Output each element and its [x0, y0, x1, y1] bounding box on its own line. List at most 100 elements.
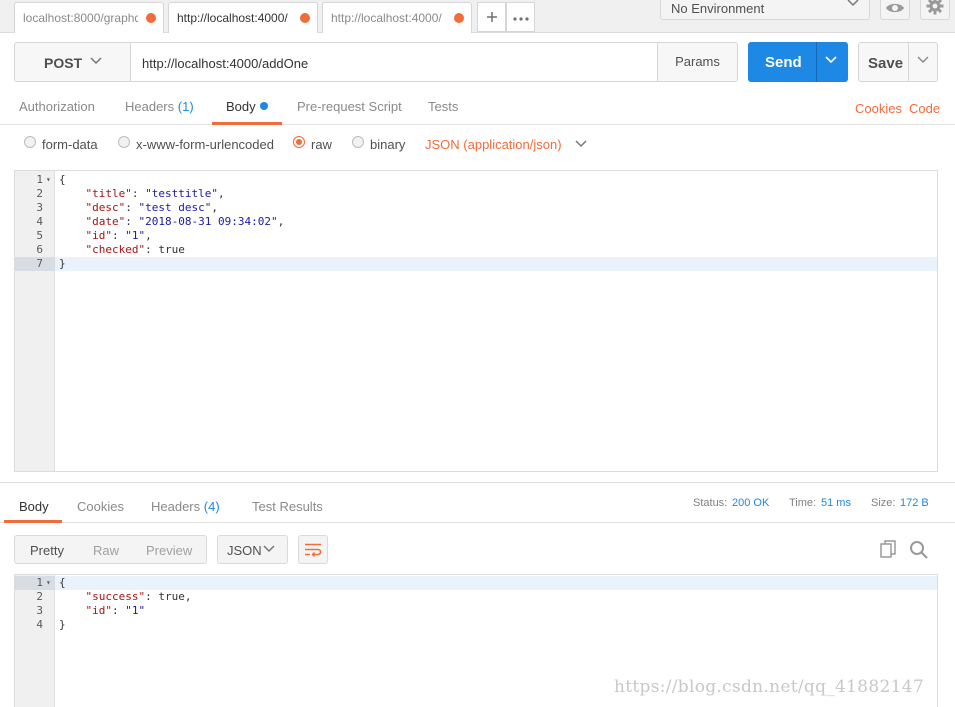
code-text: "desc": "test desc",: [85, 201, 218, 214]
params-button[interactable]: Params: [657, 42, 738, 82]
view-raw-button[interactable]: Raw: [93, 543, 119, 558]
code-line: 1 ▾ {: [15, 173, 937, 187]
unsaved-dot-icon: [454, 13, 464, 23]
more-tabs-button[interactable]: [506, 2, 535, 32]
line-number: 1: [36, 173, 43, 186]
response-tab-test-results[interactable]: Test Results: [252, 499, 323, 514]
cookies-link[interactable]: Cookies: [855, 101, 902, 116]
json-value: "2018-08-31 09:34:02": [138, 215, 278, 228]
radio-raw-label[interactable]: raw: [311, 137, 332, 152]
response-tab-cookies[interactable]: Cookies: [77, 499, 124, 514]
eye-icon: [886, 3, 904, 13]
radio-form-data-label[interactable]: form-data: [42, 137, 98, 152]
body-type-selector: form-data x-www-form-urlencoded raw bina…: [0, 132, 955, 158]
raw-content-type-select[interactable]: JSON (application/json): [425, 137, 587, 152]
radio-urlencoded[interactable]: [118, 136, 130, 148]
response-view-mode-group: Pretty Raw Preview: [14, 535, 207, 564]
wrap-lines-icon: [305, 543, 322, 557]
code-line: 4 }: [15, 618, 937, 632]
fold-arrow-icon[interactable]: ▾: [46, 173, 51, 187]
send-button[interactable]: Send: [748, 42, 848, 82]
json-key: "id": [85, 229, 113, 242]
gear-icon: [926, 0, 944, 15]
chevron-down-icon[interactable]: [825, 56, 837, 64]
json-value: true: [158, 590, 185, 603]
request-config-tabs: Authorization Headers (1) Body Pre-reque…: [0, 88, 955, 125]
tab-pre-request-script[interactable]: Pre-request Script: [297, 99, 402, 114]
url-input[interactable]: http://localhost:4000/addOne: [130, 42, 658, 82]
copy-icon[interactable]: [880, 540, 898, 558]
environment-quick-look-button[interactable]: [880, 0, 910, 20]
json-separator: ,: [217, 187, 225, 200]
line-number: 5: [36, 229, 43, 242]
search-icon[interactable]: [909, 540, 929, 560]
open-brace: {: [59, 173, 66, 186]
request-tab-1[interactable]: localhost:8000/graphq: [14, 2, 164, 33]
active-tab-underline: [212, 122, 282, 125]
raw-content-type-label: JSON (application/json): [425, 137, 562, 152]
status-label: Status:: [693, 497, 728, 509]
request-tab-bar: localhost:8000/graphq http://localhost:4…: [0, 0, 955, 33]
code-text: "date": "2018-08-31 09:34:02",: [85, 215, 285, 228]
line-number: 2: [36, 187, 43, 200]
method-select[interactable]: POST: [14, 42, 131, 82]
response-tab-headers-count: (4): [203, 499, 220, 514]
response-format-select[interactable]: JSON: [217, 535, 288, 564]
close-brace: }: [59, 257, 66, 270]
tab-headers-label: Headers: [125, 99, 175, 114]
json-value: "test desc": [138, 201, 212, 214]
request-tab-3[interactable]: http://localhost:4000/: [322, 2, 472, 33]
request-tab-label: http://localhost:4000/: [177, 11, 288, 25]
tab-headers[interactable]: Headers (1): [125, 99, 194, 114]
environment-select[interactable]: No Environment: [660, 0, 870, 20]
environment-settings-button[interactable]: [920, 0, 950, 20]
code-link[interactable]: Code: [909, 101, 940, 116]
request-tab-2[interactable]: http://localhost:4000/: [168, 2, 318, 33]
url-value: http://localhost:4000/addOne: [142, 56, 309, 71]
new-tab-button[interactable]: [477, 2, 506, 32]
size-value[interactable]: 172 B: [900, 497, 929, 509]
more-icon: [512, 17, 529, 21]
line-number: 2: [36, 590, 43, 603]
chevron-down-icon: [847, 0, 859, 7]
fold-arrow-icon[interactable]: ▾: [46, 576, 51, 590]
response-tab-body[interactable]: Body: [19, 499, 49, 514]
wrap-lines-button[interactable]: [298, 535, 328, 564]
radio-urlencoded-label[interactable]: x-www-form-urlencoded: [136, 137, 274, 152]
environment-label: No Environment: [671, 1, 765, 16]
json-key: "id": [85, 604, 113, 617]
send-divider: [816, 42, 817, 82]
save-button[interactable]: Save: [858, 42, 938, 82]
time-value[interactable]: 51 ms: [821, 497, 851, 509]
json-value: true: [158, 243, 185, 256]
radio-raw[interactable]: [293, 136, 305, 148]
radio-binary[interactable]: [352, 136, 364, 148]
json-key: "success": [85, 590, 146, 603]
code-text: "title": "testtitle",: [85, 187, 225, 200]
code-text: "checked": true: [85, 243, 185, 256]
radio-binary-label[interactable]: binary: [370, 137, 405, 152]
response-tab-headers[interactable]: Headers (4): [151, 499, 220, 514]
tab-authorization[interactable]: Authorization: [19, 99, 95, 114]
status-value[interactable]: 200 OK: [732, 497, 769, 509]
code-text: {: [59, 173, 66, 187]
view-preview-button[interactable]: Preview: [146, 543, 192, 558]
tab-body[interactable]: Body: [226, 99, 268, 114]
code-line-active: 7 }: [15, 257, 937, 271]
line-number: 7: [15, 257, 55, 271]
request-tab-label: localhost:8000/graphq: [23, 11, 138, 25]
code-text: "id": "1": [85, 604, 146, 617]
chevron-down-icon[interactable]: [917, 56, 929, 64]
close-brace: }: [59, 618, 66, 631]
radio-form-data[interactable]: [24, 136, 36, 148]
json-value: "testtitle": [145, 187, 218, 200]
request-body-editor[interactable]: 1 ▾ { 2 "title": "testtitle", 3 "desc": …: [14, 170, 938, 472]
json-key: "date": [85, 215, 126, 228]
tab-tests[interactable]: Tests: [428, 99, 458, 114]
line-number: 3: [36, 604, 43, 617]
time-label: Time:: [789, 497, 817, 509]
save-label: Save: [868, 55, 904, 72]
code-line-active: 1 ▾ {: [15, 576, 937, 590]
code-text: }: [59, 257, 66, 271]
view-pretty-button[interactable]: Pretty: [30, 543, 64, 558]
